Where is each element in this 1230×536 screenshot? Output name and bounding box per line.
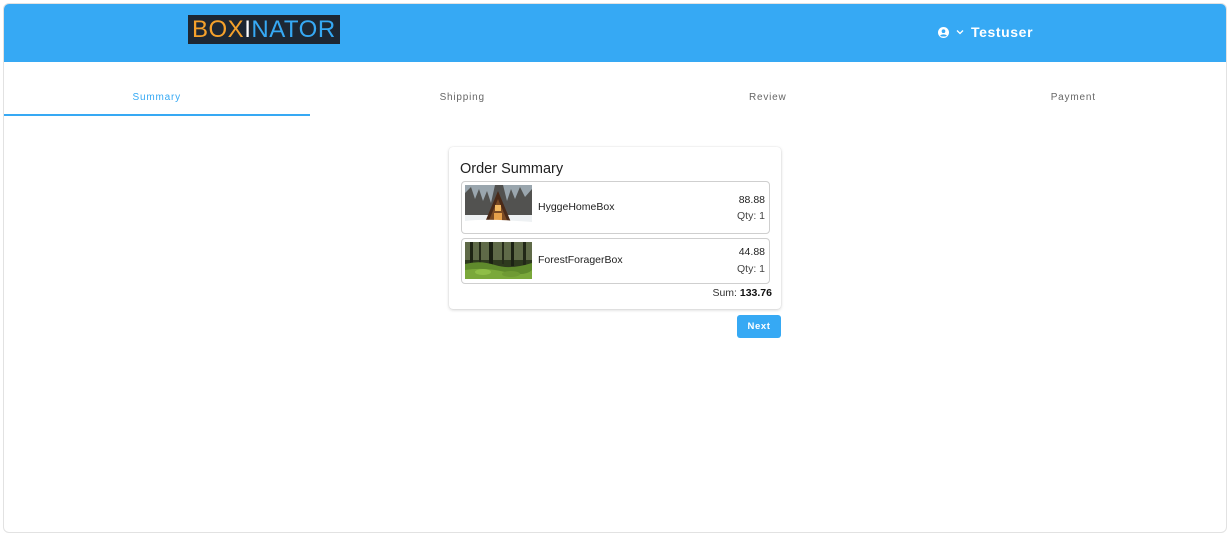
user-menu[interactable]: Testuser [938, 20, 1033, 44]
product-thumbnail-cabin [465, 185, 532, 229]
item-name: ForestForagerBox [538, 254, 623, 266]
logo-text-i: I [244, 16, 252, 43]
tab-review[interactable]: Review [615, 88, 921, 114]
top-header: BOX I NATOR Testuser [4, 4, 1226, 62]
next-button[interactable]: Next [737, 315, 781, 338]
app-window: BOX I NATOR Testuser Summary Shipping Revi… [3, 3, 1227, 533]
username-label: Testuser [971, 24, 1034, 40]
checkout-steps-tabs: Summary Shipping Review Payment [4, 88, 1227, 116]
order-summary-card: Order Summary HyggeHomeBox 88.88 Qty: 1 [449, 147, 781, 309]
product-thumbnail-forest [465, 242, 532, 279]
order-item: HyggeHomeBox 88.88 Qty: 1 [461, 181, 770, 234]
order-sum: Sum: 133.76 [712, 287, 772, 299]
logo-text-box: BOX [192, 16, 245, 43]
tab-payment[interactable]: Payment [921, 88, 1227, 114]
chevron-down-icon [956, 29, 964, 35]
order-summary-title: Order Summary [460, 161, 564, 177]
user-circle-icon [938, 26, 949, 38]
item-quantity: Qty: 1 [736, 263, 765, 275]
sum-label: Sum: [712, 287, 737, 299]
tab-summary[interactable]: Summary [4, 88, 310, 116]
tab-shipping[interactable]: Shipping [310, 88, 616, 114]
item-price: 88.88 [738, 194, 765, 206]
order-item: ForestForagerBox 44.88 Qty: 1 [461, 238, 770, 284]
item-quantity: Qty: 1 [736, 210, 765, 222]
item-name: HyggeHomeBox [538, 201, 615, 213]
logo-text-nator: NATOR [251, 16, 336, 43]
sum-value: 133.76 [739, 287, 772, 299]
item-price: 44.88 [738, 246, 765, 258]
boxinator-logo[interactable]: BOX I NATOR [188, 15, 340, 44]
